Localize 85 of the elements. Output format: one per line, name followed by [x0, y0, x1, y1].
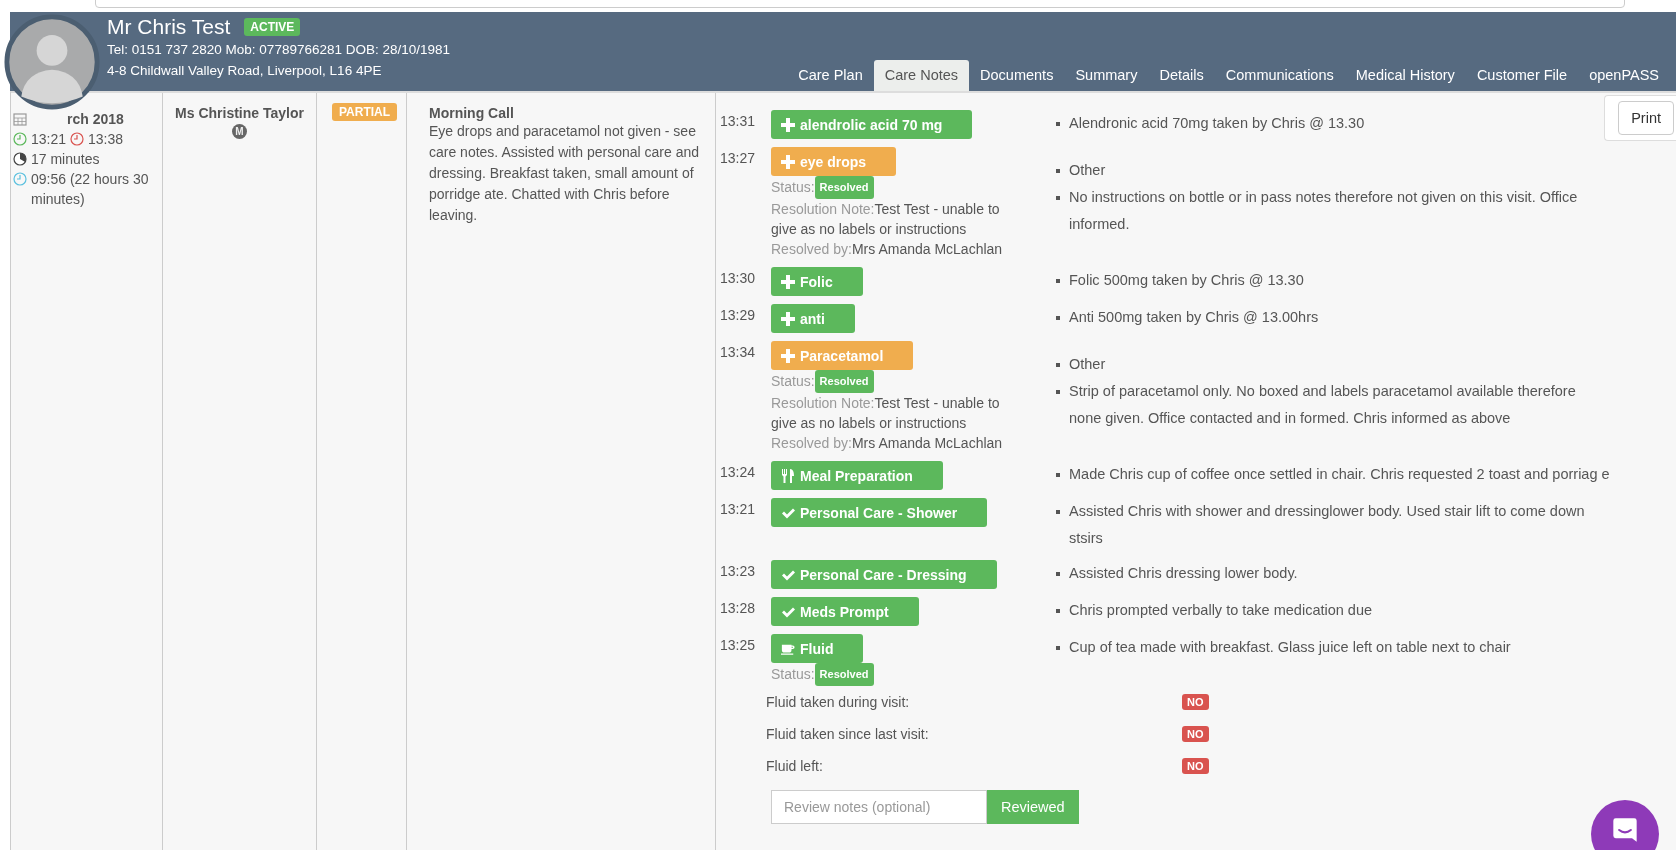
task-button[interactable]: alendrolic acid 70 mg [771, 110, 973, 139]
task-time: 13:29 [720, 306, 757, 325]
clock-icon [70, 132, 85, 146]
answer-badge: NO [1182, 694, 1209, 710]
carer-badge: M [232, 124, 247, 139]
status-badge: Resolved [814, 370, 874, 393]
task-note: Cup of tea made with breakfast. Glass juice left on table next to chair [1056, 634, 1611, 661]
fork-knife-icon [781, 468, 795, 483]
fluid-label: Fluid left: [766, 758, 824, 774]
task-button[interactable]: Meds Prompt [771, 597, 919, 626]
answer-badge: NO [1182, 758, 1209, 774]
task-time: 13:31 [720, 112, 757, 131]
status-badge: Resolved [814, 663, 874, 686]
task-time: 13:27 [720, 149, 757, 168]
task-button[interactable]: Folic [771, 267, 863, 296]
task-note: Assisted Chris with shower and dressinglower body. Used stair lift to come down stsirs [1056, 498, 1611, 552]
pie-chart-icon [13, 152, 27, 166]
call-title: Morning Call [429, 105, 514, 121]
calendar-icon [13, 112, 27, 126]
plus-icon [781, 274, 795, 289]
review-notes-field[interactable]: Review notes (optional) [771, 790, 987, 824]
status-badge: ACTIVE [244, 18, 301, 36]
chat-icon [1611, 816, 1639, 844]
task-note: Made Chris cup of coffee once settled in chair. Chris requested 2 toast and porriag e [1056, 461, 1611, 488]
task-note: Anti 500mg taken by Chris @ 13.00hrs [1056, 304, 1611, 331]
contact-details: Tel: 0151 737 2820 Mob: 07789766281 DOB: 28/10/1981 [107, 41, 451, 59]
tab[interactable]: Documents [969, 60, 1065, 91]
resolution-note: Resolution Note:Test Test - unable to give as no labels or instructions [771, 200, 1001, 239]
tab[interactable]: Communications [1214, 60, 1345, 91]
task-time: 13:23 [720, 562, 757, 581]
status-label: Status: [771, 665, 815, 684]
task-button[interactable]: Personal Care - Dressing [771, 560, 997, 589]
answer-badge: NO [1182, 726, 1209, 742]
status-badge: Resolved [814, 176, 874, 199]
client-name: Mr Chris Test [107, 15, 231, 39]
task-note: Chris prompted verbally to take medication due [1056, 597, 1611, 624]
fluid-label: Fluid taken during visit: [766, 694, 911, 710]
tab[interactable]: Summary [1064, 60, 1149, 91]
tab[interactable]: Medical History [1344, 60, 1466, 91]
carer-name: Ms Christine Taylor [175, 105, 304, 121]
resolution-note: Resolution Note:Test Test - unable to give as no labels or instructions [771, 394, 1001, 433]
clock-icon [13, 132, 27, 146]
task-button[interactable]: Fluid [771, 634, 864, 663]
plus-icon [781, 154, 795, 169]
task-time: 13:28 [720, 599, 757, 618]
task-time: 13:21 [720, 500, 757, 519]
client-address: 4-8 Childwall Valley Road, Liverpool, L16 4PE [107, 62, 383, 80]
task-button[interactable]: Meal Preparation [771, 461, 943, 490]
start-time: 13:21 [31, 130, 67, 149]
status-label: Status: [771, 178, 815, 197]
visit-summary: Eye drops and paracetamol not given - see care notes. Assisted with personal care and dressing. Breakfast taken, small amount of porridge ate. Chatted with Chris before leaving. [429, 122, 701, 225]
clock-icon [13, 172, 27, 186]
task-time: 13:34 [720, 343, 757, 362]
resolved-by: Resolved by:Mrs Amanda McLachlan [771, 240, 1004, 259]
task-note: Assisted Chris dressing lower body. [1056, 560, 1611, 587]
task-note: Folic 500mg taken by Chris @ 13.30 [1056, 267, 1611, 294]
task-time: 13:30 [720, 269, 757, 288]
task-note: No instructions on bottle or in pass notes therefore not given on this visit. Office informed. [1056, 184, 1611, 238]
reviewed-button[interactable]: Reviewed [987, 790, 1079, 824]
tab[interactable]: Customer File [1465, 60, 1579, 91]
task-button[interactable]: Paracetamol [771, 341, 914, 370]
task-note: Other [1056, 157, 1611, 184]
end-time: 13:38 [88, 130, 124, 149]
scheduled-time: 09:56 (22 hours 30 minutes) [31, 170, 150, 209]
task-button[interactable]: eye drops [771, 147, 897, 176]
tab[interactable]: Care Notes [873, 60, 970, 91]
fluid-label: Fluid taken since last visit: [766, 726, 930, 742]
visit-date: rch 2018 [67, 110, 124, 129]
plus-icon [781, 348, 795, 363]
visit-duration: 17 minutes [31, 150, 100, 169]
task-time: 13:25 [720, 636, 757, 655]
status-badge: PARTIAL [332, 103, 398, 121]
resolved-by: Resolved by:Mrs Amanda McLachlan [771, 434, 1004, 453]
task-note: Other [1056, 351, 1611, 378]
tab[interactable]: openPASS [1578, 60, 1670, 91]
status-label: Status: [771, 372, 815, 391]
plus-icon [781, 117, 795, 132]
task-time: 13:24 [720, 463, 757, 482]
task-note: Strip of paracetamol only. No boxed and labels paracetamol available therefore none given. Office contacted and in formed. Chris informed as above [1056, 378, 1611, 432]
task-button[interactable]: anti [771, 304, 855, 333]
tab[interactable]: Details [1148, 60, 1215, 91]
tab[interactable]: Care Plan [787, 60, 874, 91]
print-button[interactable]: Print [1618, 101, 1674, 135]
task-button[interactable]: Personal Care - Shower [771, 498, 988, 527]
plus-icon [781, 311, 795, 326]
